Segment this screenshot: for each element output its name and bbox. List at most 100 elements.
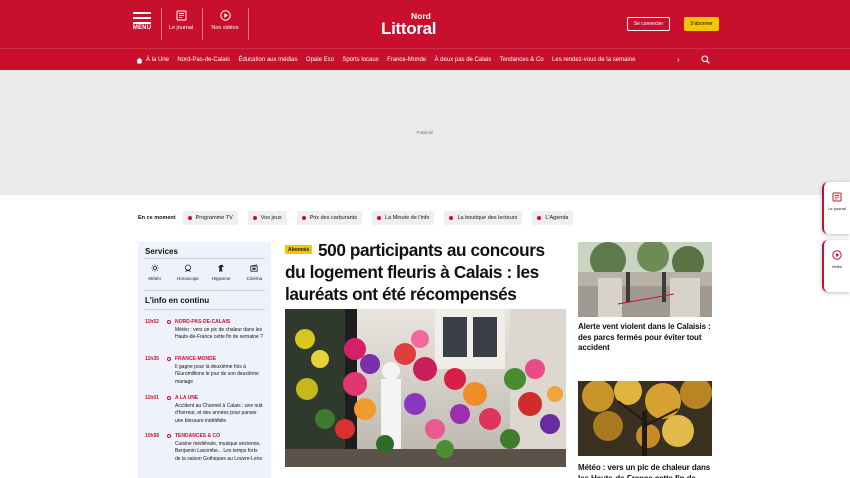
- live-news-item[interactable]: 11h52 NORD-PAS-DE-CALAIS Météo : vers un…: [145, 319, 265, 355]
- nav-item-sports-locaux[interactable]: Sports locaux: [342, 57, 378, 63]
- videos-label: Nos vidéos: [211, 25, 239, 31]
- nav-item-france-monde[interactable]: France-Monde: [387, 57, 426, 63]
- newspaper-icon: [176, 10, 186, 21]
- chip-label: Vos jeux: [260, 215, 282, 221]
- service-cinema[interactable]: Cinéma: [238, 259, 271, 289]
- login-button[interactable]: Se connecter: [627, 17, 670, 31]
- news-time: 11h35: [145, 356, 159, 362]
- bullet-icon: [167, 357, 171, 361]
- service-label: Hippisme: [211, 276, 231, 281]
- nav-item-tendances-co[interactable]: Tendances & Co: [500, 57, 544, 63]
- nav-list: À la Une Nord-Pas-de-Calais Éducation au…: [136, 49, 688, 71]
- chip-label: L'Agenda: [545, 215, 569, 221]
- trending-label: En ce moment: [138, 215, 176, 221]
- chip-label: Prix des carburants: [309, 215, 357, 221]
- hamburger-icon: [133, 12, 151, 14]
- horoscope-icon: [184, 264, 191, 272]
- menu-button[interactable]: MENU: [131, 10, 153, 31]
- play-circle-icon: [219, 10, 231, 21]
- news-category: FRANCE-MONDE: [175, 356, 217, 362]
- ad-label: Publicité: [416, 130, 434, 135]
- ad-banner: Publicité: [0, 70, 850, 195]
- nav-item-opale-eco[interactable]: Opale Eco: [306, 57, 334, 63]
- dot-icon: [301, 216, 306, 220]
- divider: [144, 290, 265, 291]
- news-category: A LA UNE: [175, 395, 199, 401]
- main-nav: À la Une Nord-Pas-de-Calais Éducation au…: [0, 48, 850, 70]
- dot-icon: [252, 216, 257, 220]
- chip-label: La boutique des lecteurs: [457, 215, 518, 221]
- chip-vos-jeux[interactable]: Vos jeux: [247, 211, 287, 225]
- news-headline: Accident au Channel à Calais : une nuit …: [175, 402, 263, 424]
- park-gate-image: [578, 242, 712, 317]
- live-news-item[interactable]: 10h56 TENDANCES & CO Cuisine médiévale, …: [145, 433, 265, 478]
- news-time: 10h56: [145, 433, 160, 439]
- dot-icon: [376, 216, 381, 220]
- nav-item-rendez-vous[interactable]: Les rendez-vous de la semaine: [552, 57, 635, 63]
- nav-item-a-la-une[interactable]: À la Une: [136, 57, 169, 64]
- main-article-image[interactable]: [285, 309, 566, 467]
- bullet-icon: [167, 396, 171, 400]
- service-label: Cinéma: [246, 276, 263, 281]
- main-article-title[interactable]: 500 participants au concours du logement…: [285, 239, 565, 305]
- service-hippisme[interactable]: Hippisme: [205, 259, 238, 289]
- left-sidebar: Services Météo Horoscope Hippisme Cinéma…: [138, 242, 271, 478]
- news-time: 11h01: [145, 395, 159, 401]
- news-headline: Météo : vers un pic de chaleur dans les …: [175, 326, 263, 341]
- trending-bar: En ce moment Programme TV Vos jeux Prix …: [138, 211, 583, 225]
- chip-boutique-lecteurs[interactable]: La boutique des lecteurs: [444, 211, 523, 225]
- article-card-image[interactable]: [578, 242, 712, 317]
- logo-main-text: Littoral: [381, 19, 437, 38]
- play-circle-icon: [832, 250, 842, 260]
- header-divider: [161, 8, 162, 40]
- newspaper-icon: [832, 192, 842, 202]
- news-time: 11h52: [145, 319, 159, 325]
- nav-item-a-deux-pas-de-calais[interactable]: À deux pas de Calais: [435, 57, 492, 63]
- dot-icon: [537, 216, 542, 220]
- flowers-facade-image: [285, 309, 566, 467]
- journal-link[interactable]: Le journal: [166, 10, 196, 31]
- bullet-icon: [167, 320, 171, 324]
- nav-item-education-aux-medias[interactable]: Éducation aux médias: [238, 57, 297, 63]
- subscriber-badge: Abonnés: [285, 245, 313, 254]
- chip-agenda[interactable]: L'Agenda: [532, 211, 574, 225]
- videos-link[interactable]: Nos vidéos: [208, 10, 242, 31]
- live-news-item[interactable]: 11h01 A LA UNE Accident au Channel à Cal…: [145, 395, 265, 431]
- journal-label: Le journal: [168, 25, 194, 31]
- news-headline: Il gagne pour la deuxième fois à l'Eurom…: [175, 363, 259, 385]
- service-horoscope[interactable]: Horoscope: [171, 259, 204, 289]
- menu-label: MENU: [132, 25, 152, 31]
- nav-item-nord-pas-de-calais[interactable]: Nord-Pas-de-Calais: [177, 57, 230, 63]
- search-icon[interactable]: [701, 55, 710, 64]
- sun-icon: [150, 264, 159, 272]
- news-headline: Cuisine médiévale, musique ancienne, Ben…: [175, 440, 263, 462]
- floating-video-tab[interactable]: Vidéo: [822, 240, 850, 292]
- floating-journal-label: Le journal: [828, 206, 846, 211]
- home-icon: [136, 57, 143, 63]
- top-header: MENU Le journal Nos vidéos Nord Littoral…: [0, 0, 850, 48]
- nav-item-label: À la Une: [146, 57, 170, 63]
- service-label: Météo: [148, 276, 161, 281]
- chip-label: La Minute de l'info: [384, 215, 430, 221]
- article-card-image[interactable]: [578, 381, 712, 456]
- article-card-title[interactable]: Alerte vent violent dans le Calaisis : d…: [578, 322, 716, 354]
- chip-programme-tv[interactable]: Programme TV: [182, 211, 238, 225]
- chip-prix-carburants[interactable]: Prix des carburants: [296, 211, 362, 225]
- floating-video-label: Vidéo: [831, 264, 843, 269]
- divider: [144, 309, 265, 310]
- floating-journal-tab[interactable]: Le journal: [822, 182, 850, 234]
- horse-icon: [218, 264, 224, 272]
- services-grid: Météo Horoscope Hippisme Cinéma: [138, 259, 271, 289]
- header-divider: [202, 8, 203, 40]
- autumn-tree-image: [578, 381, 712, 456]
- dot-icon: [449, 216, 454, 220]
- article-card-title[interactable]: Météo : vers un pic de chaleur dans les …: [578, 463, 716, 478]
- live-news-item[interactable]: 11h35 FRANCE-MONDE Il gagne pour la deux…: [145, 356, 265, 392]
- chip-minute-info[interactable]: La Minute de l'info: [371, 211, 435, 225]
- cinema-icon: [250, 264, 258, 272]
- bullet-icon: [167, 434, 171, 438]
- subscribe-button[interactable]: S'abonner: [684, 17, 719, 31]
- service-meteo[interactable]: Météo: [138, 259, 171, 289]
- service-label: Horoscope: [176, 276, 199, 281]
- chevron-right-icon[interactable]: ›: [677, 55, 680, 65]
